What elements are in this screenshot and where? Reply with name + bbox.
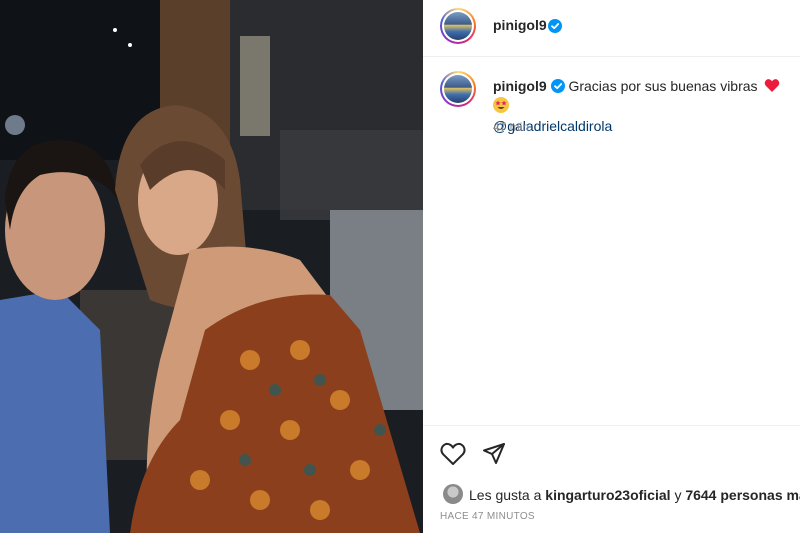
post-photo bbox=[0, 0, 423, 533]
author-avatar[interactable] bbox=[440, 8, 476, 44]
liker-avatar[interactable] bbox=[443, 484, 463, 504]
heart-outline-icon[interactable] bbox=[440, 442, 466, 466]
likes-others[interactable]: 7644 personas más bbox=[685, 487, 800, 503]
post-side-panel: pinigol9 pinigol9 Gracias por sus buenas… bbox=[423, 0, 800, 533]
post-image bbox=[0, 0, 423, 533]
likes-joiner: y bbox=[674, 487, 682, 503]
likes-summary: Les gusta a kingarturo23oficial y 7644 p… bbox=[469, 487, 800, 503]
post-actions-section: Les gusta a kingarturo23oficial y 7644 p… bbox=[423, 425, 800, 534]
verified-badge-icon bbox=[550, 79, 565, 93]
header-username[interactable]: pinigol9 bbox=[493, 17, 547, 33]
likes-prefix: Les gusta a bbox=[469, 487, 542, 503]
post-time-ago[interactable]: HACE 47 MINUTOS bbox=[440, 511, 535, 522]
star-struck-emoji-icon bbox=[493, 97, 509, 113]
caption-username[interactable]: pinigol9 bbox=[493, 78, 547, 94]
likes-user[interactable]: kingarturo23oficial bbox=[545, 487, 670, 503]
caption-text: Gracias por sus buenas vibras bbox=[568, 78, 758, 94]
verified-badge-icon bbox=[548, 19, 562, 33]
caption-avatar[interactable] bbox=[440, 71, 476, 107]
red-heart-emoji-icon bbox=[765, 79, 780, 92]
paper-plane-icon[interactable] bbox=[482, 442, 506, 466]
avatar-image bbox=[444, 75, 472, 103]
post-header: pinigol9 bbox=[423, 0, 800, 57]
post-caption: pinigol9 Gracias por sus buenas vibras @… bbox=[493, 76, 793, 136]
avatar-image bbox=[444, 12, 472, 40]
caption-timestamp[interactable]: 47 min bbox=[493, 120, 529, 134]
